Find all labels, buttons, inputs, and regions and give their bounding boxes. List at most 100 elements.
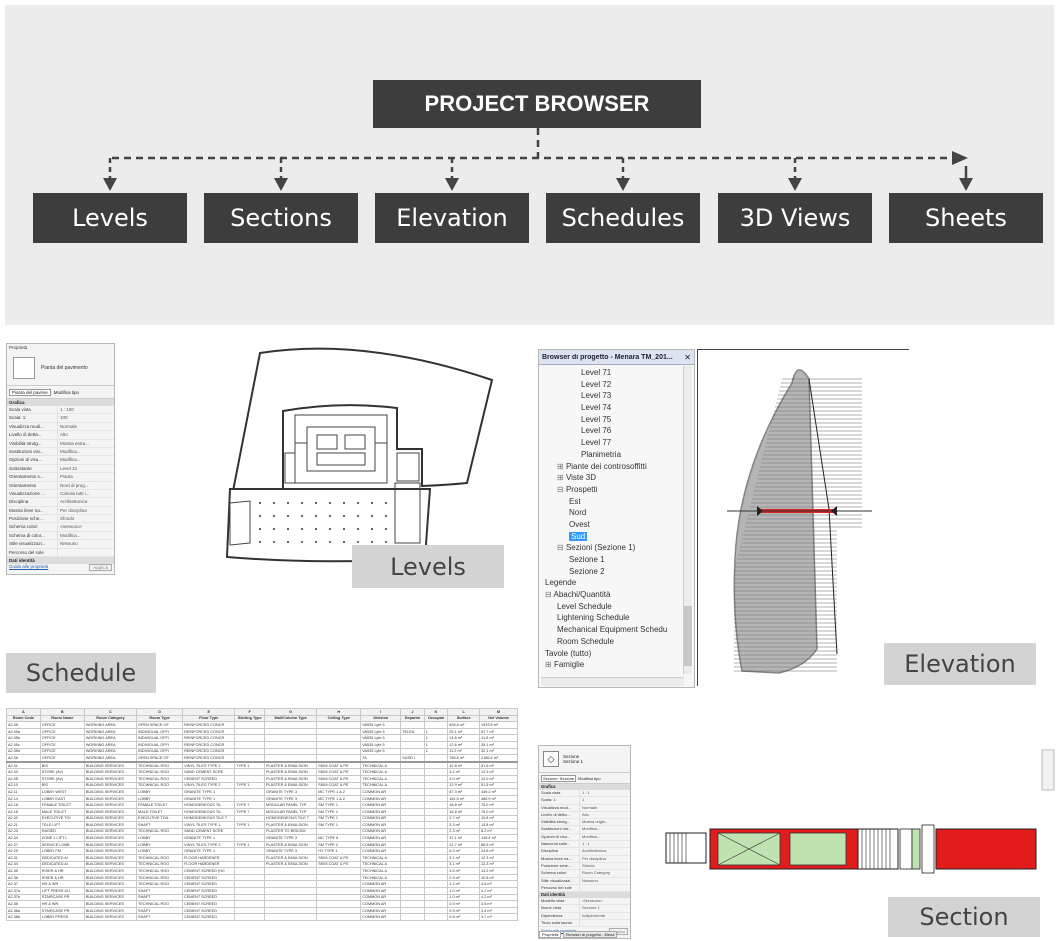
column-header[interactable]: Wall/Column Type [264, 714, 318, 723]
tab-properties[interactable]: Proprietà [539, 931, 562, 938]
property-row[interactable]: Percorso del sole [539, 884, 630, 893]
property-row[interactable]: Scala vista 1 : 100 [7, 406, 114, 415]
property-value[interactable]: Modifica... [579, 833, 630, 841]
column-header[interactable]: Net Volume [479, 714, 518, 723]
table-row[interactable]: A2.35 RISER & HR BUILDING SERVICES TECHNICA… [6, 867, 518, 875]
property-row[interactable]: Dipendenza Indipendente [539, 912, 630, 921]
section-type-selector[interactable]: Sezione: Sezione [541, 774, 577, 782]
property-value[interactable]: 1 : 1 [579, 790, 630, 797]
property-row[interactable]: Visualizza mod... Normale [539, 804, 630, 812]
property-value[interactable]: Nessuno [57, 540, 114, 548]
section-edit-type-button[interactable]: Modifica tipo [578, 776, 600, 781]
property-value[interactable]: Level 10 [57, 464, 114, 473]
property-value[interactable]: Normale [57, 422, 114, 431]
table-row[interactable]: A2.37b STAIRCASE PR BUILDING SERVICES SHAFT… [6, 893, 518, 902]
expand-icon[interactable]: ⊞ [545, 660, 554, 669]
table-row[interactable]: A2.21 TELE LIFT BUILDING SERVICES SHAFT VINY… [6, 821, 518, 829]
table-row[interactable]: A2.01 BIS BUILDING SERVICES TECHNICAL ROO VI… [6, 761, 518, 770]
column-header[interactable]: Room Name [39, 714, 85, 723]
property-row[interactable]: Opzioni di visu... Modifica... [7, 456, 114, 465]
type-selector[interactable]: Pianta del pavime [9, 388, 51, 396]
table-row[interactable]: A2.18 MALE TOILET BUILDING SERVICES MALE TO… [6, 807, 518, 816]
property-value[interactable]: Architettonica [579, 848, 630, 855]
table-row[interactable]: A2.31 DEDICATED AI BUILDING SERVICES TECHNI… [6, 854, 518, 862]
property-row[interactable]: Orientamento s... Pianta [7, 473, 114, 482]
property-value[interactable]: Sfondo [579, 862, 630, 870]
table-row[interactable]: A2.37 HR & WR BUILDING SERVICES TECHNICAL R… [6, 880, 518, 889]
table-row[interactable]: A2.23 RAISED BUILDING SERVICES TECHNICAL RO… [6, 827, 518, 836]
property-value[interactable]: Modifica... [579, 826, 630, 833]
tree-item[interactable]: Level 76 [539, 425, 694, 437]
tree-item[interactable]: Planimetria [539, 449, 694, 461]
table-row[interactable]: A2.36 RISER & HR BUILDING SERVICES TECHNICA… [6, 873, 518, 882]
property-value[interactable]: Mostra entra... [57, 439, 114, 447]
apply-button[interactable]: Applica [89, 564, 112, 571]
property-value[interactable]: Nord di prog... [57, 481, 114, 489]
table-row[interactable]: A2.06 OFFICE WORKING AREA OPEN SPACE OF REIN… [6, 754, 518, 763]
tree-item[interactable]: Level 74 [539, 402, 694, 414]
property-row[interactable]: Opzioni di visu... Modifica... [539, 833, 630, 842]
property-row[interactable]: Visibilità strutg... Mostra origin... [539, 819, 630, 827]
table-row[interactable]: A2.03 STORE (AV) BUILDING SERVICES TECHNICA… [6, 768, 518, 776]
property-value[interactable]: <nessuno> [57, 523, 114, 531]
property-value[interactable] [579, 920, 630, 927]
tree-item[interactable]: Room Schedule [539, 636, 694, 648]
property-row[interactable]: Livello di detta... Alto [539, 811, 630, 820]
property-value[interactable]: Nessuno [579, 877, 630, 884]
table-row[interactable]: A2.05b OFFICE WORKING AREA INDIVIDUAL OFFI R… [6, 734, 518, 742]
property-value[interactable]: 1 [579, 797, 630, 804]
table-row[interactable]: A2.24 ZONE 1 LIFT L BUILDING SERVICES LOBBY… [6, 834, 518, 842]
table-row[interactable]: A2.11 LOBBY WEST BUILDING SERVICES LOBBY GRA… [6, 788, 518, 796]
tree-item[interactable]: ⊟ Sezioni (Sezione 1) [539, 542, 694, 554]
table-row[interactable]: A2.38a STAIRCASE PR BUILDING SERVICES SHAFT… [6, 906, 518, 915]
tree-item[interactable]: Sezione 2 [539, 566, 694, 578]
property-value[interactable]: Modifica... [57, 447, 114, 456]
property-row[interactable]: Percorso del sole [7, 548, 114, 558]
property-row[interactable]: Mostra linee na... Per disciplina [539, 855, 630, 863]
table-row[interactable]: A2.14 LOBBY EAST BUILDING SERVICES LOBBY GRA… [6, 794, 518, 803]
property-value[interactable]: Sezione 1 [579, 905, 630, 912]
table-row[interactable]: A2.05d OFFICE WORKING AREA INDIVIDUAL OFFI R… [6, 747, 518, 756]
property-row[interactable]: Livello di detta... Alto [7, 431, 114, 440]
property-row[interactable]: Disciplina Architettonica [539, 848, 630, 856]
tree-item[interactable]: Sud [539, 531, 694, 543]
column-header[interactable]: Room Type [136, 714, 184, 723]
property-row[interactable]: Sostituzioni visi... Modifica... [7, 447, 114, 457]
column-header[interactable]: Departm [400, 714, 425, 723]
property-value[interactable]: Alto [579, 811, 630, 819]
tree-item[interactable]: Tavole (tutto) [539, 648, 694, 660]
tree-item[interactable]: Legende [539, 577, 694, 589]
property-value[interactable]: Modifica... [57, 531, 114, 540]
property-row[interactable]: Posizione sche... Sfondo [7, 515, 114, 524]
property-row[interactable]: Schema colori <nessuno> [7, 523, 114, 532]
tree-item[interactable]: Level Schedule [539, 601, 694, 613]
property-value[interactable]: Pianta [57, 473, 114, 481]
tree-item[interactable]: Level 71 [539, 367, 694, 379]
property-row[interactable]: Modello vista <Nessuno> [539, 898, 630, 906]
property-row[interactable]: Stile visualizzazi... Nessuno [539, 877, 630, 885]
property-value[interactable]: Room Category [579, 870, 630, 877]
scroll-thumb[interactable] [684, 606, 692, 666]
property-row[interactable]: Sottostante Level 10 [7, 464, 114, 474]
property-row[interactable]: Visualizza modi... Normale [7, 422, 114, 432]
property-row[interactable]: Titolo sulla tavola [539, 920, 630, 928]
tree-item[interactable]: Mechanical Equipment Schedu [539, 624, 694, 636]
tree-item[interactable]: ⊟ Prospetti [539, 484, 694, 496]
tab-project-browser[interactable]: Browser di progetto - Mena [563, 931, 618, 938]
collapse-icon[interactable]: ⊟ [557, 543, 566, 552]
group-grafica[interactable]: Grafica [7, 399, 114, 406]
tree-item[interactable]: ⊟ Abachi/Quantità [539, 589, 694, 601]
table-row[interactable]: A2.27 SERVICE LOBB BUILDING SERVICES LOBBY V… [6, 840, 518, 849]
property-value[interactable]: Indipendente [579, 912, 630, 920]
table-row[interactable]: A2.38 HR & WR BUILDING SERVICES TECHNICAL R… [6, 900, 518, 908]
column-header[interactable]: Skirting Type [234, 714, 266, 723]
tree-item[interactable]: ⊞ Famiglie [539, 659, 694, 671]
table-row[interactable]: A2.10 BIS BUILDING SERVICES TECHNICAL ROO VI… [6, 781, 518, 790]
column-header[interactable]: Surface [447, 714, 481, 723]
tree-item[interactable]: Lightening Schedule [539, 612, 694, 624]
property-row[interactable]: Mostra linee na... Per disciplina [7, 506, 114, 516]
property-value[interactable]: <Nessuno> [579, 898, 630, 905]
column-header[interactable]: Room Code [6, 714, 41, 723]
property-row[interactable]: Schema colori Room Category [539, 870, 630, 878]
property-value[interactable]: Per disciplina [579, 855, 630, 862]
